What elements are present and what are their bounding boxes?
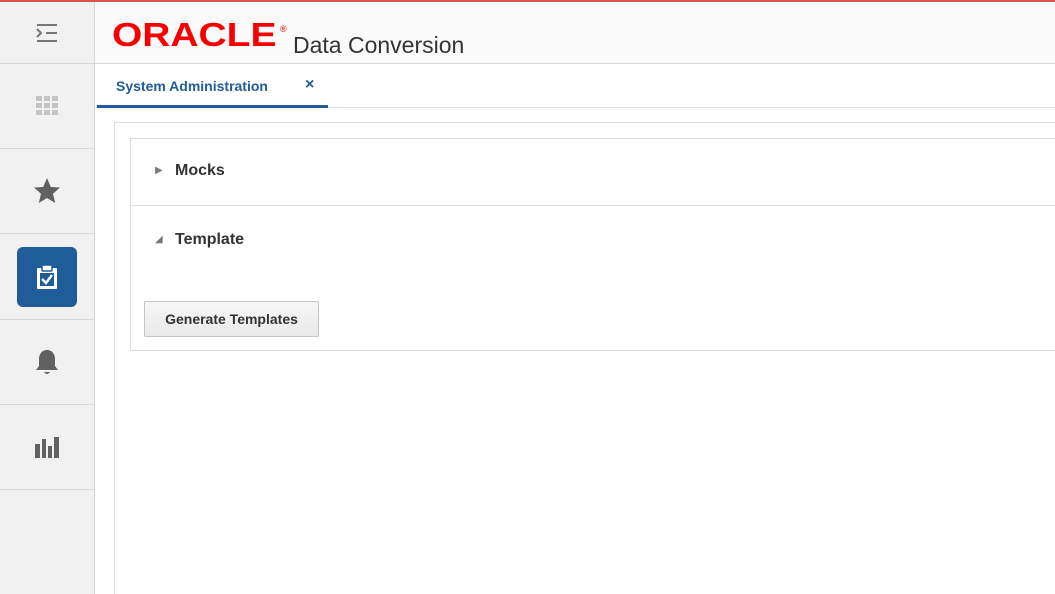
clipboard-check-icon <box>36 263 58 290</box>
navigation-sidebar <box>0 2 95 594</box>
template-panel-title: Template <box>175 231 245 248</box>
bell-icon <box>34 348 60 376</box>
tab-close-icon[interactable]: × <box>305 76 314 94</box>
mocks-panel-header[interactable]: ▶ Mocks <box>131 139 1055 205</box>
template-panel: ◢ Template Generate Templates <box>130 205 1055 351</box>
app-title: Data Conversion <box>293 32 465 58</box>
sidebar-item-notifications[interactable] <box>0 320 94 405</box>
sidebar-item-reports[interactable] <box>0 405 94 490</box>
tab-bar: System Administration × <box>95 64 1055 108</box>
mocks-panel-title: Mocks <box>175 162 225 179</box>
mocks-panel: ▶ Mocks <box>130 138 1055 206</box>
sidebar-item-tasks[interactable] <box>0 234 94 320</box>
oracle-logo: ORACLE <box>112 16 277 53</box>
star-icon <box>32 176 62 206</box>
sidebar-item-apps[interactable] <box>0 64 94 149</box>
bar-chart-icon <box>34 435 60 459</box>
logo-trademark: ® <box>280 24 287 34</box>
collapsed-triangle-icon: ▶ <box>155 165 163 176</box>
expanded-triangle-icon: ◢ <box>155 234 163 245</box>
tab-system-administration[interactable]: System Administration × <box>97 64 328 108</box>
menu-toggle-icon <box>34 22 60 44</box>
tab-label: System Administration <box>116 78 268 94</box>
generate-templates-button[interactable]: Generate Templates <box>144 301 319 337</box>
app-header: ORACLE ® Data Conversion <box>95 2 1055 64</box>
active-indicator <box>17 246 77 307</box>
grid-icon <box>35 95 59 117</box>
template-panel-header[interactable]: ◢ Template <box>131 206 1055 266</box>
sidebar-item-favorites[interactable] <box>0 149 94 234</box>
menu-toggle-button[interactable] <box>0 2 94 64</box>
